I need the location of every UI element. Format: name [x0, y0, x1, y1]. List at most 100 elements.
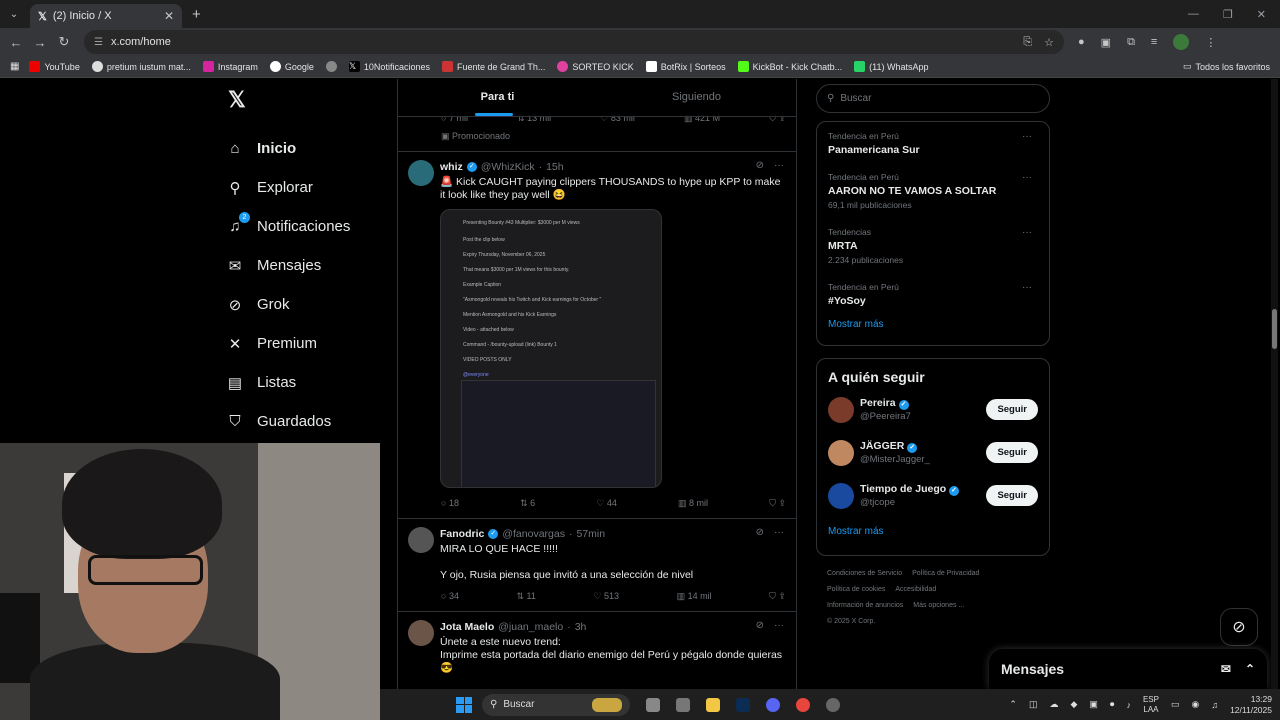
avatar[interactable] — [828, 440, 854, 466]
extension-icon[interactable]: ▣ — [1101, 36, 1111, 49]
reading-list-icon[interactable]: ≡ — [1151, 36, 1157, 48]
grok-icon[interactable]: ⊘ — [756, 620, 764, 631]
avatar[interactable] — [408, 527, 434, 553]
reply-button[interactable]: ○ 34 — [441, 591, 459, 602]
new-message-icon[interactable]: ✉ — [1221, 662, 1231, 676]
trend-item[interactable]: Tendencias MRTA 2.234 publicaciones ··· — [828, 223, 1038, 278]
grok-icon[interactable]: ⊘ — [756, 527, 764, 538]
nav-item-lists[interactable]: ▤ Listas — [226, 363, 396, 402]
volume-icon[interactable]: ♫ — [1211, 700, 1218, 710]
chrome-menu-icon[interactable]: ⋮ — [1205, 36, 1216, 49]
more-icon[interactable]: ··· — [1022, 172, 1032, 183]
messages-drawer[interactable]: Mensajes ✉ ⌃ — [989, 649, 1267, 689]
footer-link[interactable]: Más opciones ... — [913, 602, 964, 609]
follow-button[interactable]: Seguir — [986, 399, 1038, 420]
reply-button[interactable]: ○ 18 — [441, 498, 459, 509]
scrollbar-thumb[interactable] — [1272, 309, 1277, 349]
site-info-icon[interactable]: ☰ — [94, 37, 103, 48]
grok-fab-button[interactable]: ⊘ — [1220, 608, 1258, 646]
discord-icon[interactable] — [766, 697, 780, 712]
address-bar[interactable]: ☰ x.com/home ⎘ ☆ — [84, 30, 1064, 54]
bookmark-item[interactable]: Instagram — [202, 61, 258, 72]
tray-icon[interactable]: ◫ — [1029, 699, 1038, 710]
browser-tab[interactable]: 𝕏 (2) Inicio / X ✕ — [30, 4, 182, 28]
views-button[interactable]: ▥ 14 mil — [677, 591, 712, 602]
footer-link[interactable]: Accesibilidad — [895, 586, 936, 593]
bookmark-item[interactable] — [325, 61, 337, 72]
follow-button[interactable]: Seguir — [986, 485, 1038, 506]
trend-item[interactable]: Tendencia en Perú #YoSoy ··· — [828, 278, 1038, 319]
network-icon[interactable]: ▭ — [1171, 699, 1180, 710]
footer-link[interactable]: Condiciones de Servicio — [827, 570, 902, 577]
grok-icon[interactable]: ⊘ — [756, 160, 764, 171]
apps-icon[interactable]: ▦ — [10, 61, 19, 72]
bookmark-item[interactable]: (11) WhatsApp — [854, 61, 928, 72]
trend-item[interactable]: Tendencia en Perú Panamericana Sur ··· — [828, 127, 1038, 168]
app-icon[interactable] — [676, 697, 690, 712]
like-button[interactable]: ♡ 513 — [593, 591, 619, 602]
restore-icon[interactable]: ❐ — [1223, 8, 1233, 21]
bookmark-share-icons[interactable]: ⛉ ⇪ — [769, 498, 786, 509]
file-explorer-icon[interactable] — [706, 697, 720, 712]
post[interactable]: Jota Maelo @juan_maelo · 3h ⊘ ··· Únete a… — [398, 611, 796, 689]
reload-icon[interactable]: ↻ — [52, 34, 76, 50]
bookmark-item[interactable]: pretium iustum mat... — [91, 61, 191, 72]
page-scrollbar[interactable] — [1271, 79, 1278, 689]
bookmark-item[interactable]: Fuente de Grand Th... — [441, 61, 545, 72]
tab-following[interactable]: Siguiendo — [597, 79, 796, 116]
new-tab-icon[interactable]: + — [192, 6, 201, 23]
footer-link[interactable]: Política de Privacidad — [912, 570, 979, 577]
mic-icon[interactable]: ⏺ — [1110, 699, 1115, 710]
install-app-icon[interactable]: ⎘ — [1023, 36, 1032, 49]
photoshop-icon[interactable] — [736, 697, 750, 712]
more-icon[interactable]: ··· — [1022, 282, 1032, 293]
trend-item[interactable]: Tendencia en Perú AARON NO TE VAMOS A SO… — [828, 168, 1038, 223]
language-indicator[interactable]: ESP LAA — [1143, 695, 1159, 715]
avatar[interactable] — [828, 483, 854, 509]
wifi-icon[interactable]: ◉ — [1191, 699, 1199, 710]
nav-item-explore[interactable]: ⚲ Explorar — [226, 168, 396, 207]
search-input[interactable]: ⚲ Buscar — [816, 84, 1050, 113]
windows-start-icon[interactable] — [456, 696, 472, 713]
repost-button[interactable]: ⇅ 6 — [520, 498, 535, 509]
more-icon[interactable]: ··· — [774, 527, 784, 538]
avatar[interactable] — [408, 160, 434, 186]
bookmark-item[interactable]: Google — [269, 61, 314, 72]
speaker-icon[interactable]: ♪ — [1126, 700, 1131, 710]
taskbar-search[interactable]: ⚲ Buscar — [482, 693, 630, 716]
bookmark-item[interactable]: BotRix | Sorteos — [645, 61, 726, 72]
close-window-icon[interactable]: ✕ — [1257, 8, 1266, 21]
profile-avatar[interactable] — [1173, 34, 1190, 50]
clock[interactable]: 13:29 12/11/2025 — [1230, 694, 1272, 716]
nav-item-bookmarks[interactable]: ⛉ Guardados — [226, 402, 396, 441]
extension-icon[interactable]: ● — [1078, 36, 1085, 48]
bookmark-item[interactable]: YouTube — [29, 61, 80, 72]
bookmark-item[interactable]: 𝕏 10Notificaciones — [348, 61, 430, 72]
cloud-icon[interactable]: ☁ — [1049, 699, 1058, 710]
follow-suggestion[interactable]: Pereira ✓ @Peereira7 Seguir — [828, 395, 1038, 438]
follow-suggestion[interactable]: JÄGGER ✓ @MisterJagger_ Seguir — [828, 438, 1038, 481]
show-more-link[interactable]: Mostrar más — [828, 526, 1038, 552]
show-more-link[interactable]: Mostrar más — [828, 319, 1038, 345]
forward-icon[interactable]: → — [28, 35, 52, 50]
bookmark-item[interactable]: KickBot - Kick Chatb... — [737, 61, 842, 72]
follow-button[interactable]: Seguir — [986, 442, 1038, 463]
post[interactable]: whiz ✓ @WhizKick · 15h ⊘ ··· 🚨 Kick CAUGH… — [398, 151, 796, 518]
more-icon[interactable]: ··· — [1022, 227, 1032, 238]
chrome-icon[interactable] — [796, 697, 810, 712]
avatar[interactable] — [408, 620, 434, 646]
more-icon[interactable]: ··· — [774, 620, 784, 631]
post-image[interactable]: Presenting Bounty #43 Multiplier: $3000 … — [440, 209, 662, 488]
expand-icon[interactable]: ⌃ — [1245, 662, 1255, 676]
repost-button[interactable]: ⇅ 11 — [517, 591, 536, 602]
task-view-icon[interactable] — [646, 697, 660, 712]
views-button[interactable]: ▥ 8 mil — [678, 498, 708, 509]
tab-for-you[interactable]: Para ti — [398, 79, 597, 116]
close-tab-icon[interactable]: ✕ — [164, 9, 174, 23]
minimize-icon[interactable]: — — [1188, 8, 1199, 21]
tab-search-icon[interactable]: ⌄ — [4, 4, 24, 24]
footer-link[interactable]: Información de anuncios — [827, 602, 903, 609]
follow-suggestion[interactable]: Tiempo de Juego ✓ @tjcope Seguir — [828, 481, 1038, 524]
bookmark-star-icon[interactable]: ☆ — [1044, 36, 1054, 49]
footer-link[interactable]: Política de cookies — [827, 586, 885, 593]
